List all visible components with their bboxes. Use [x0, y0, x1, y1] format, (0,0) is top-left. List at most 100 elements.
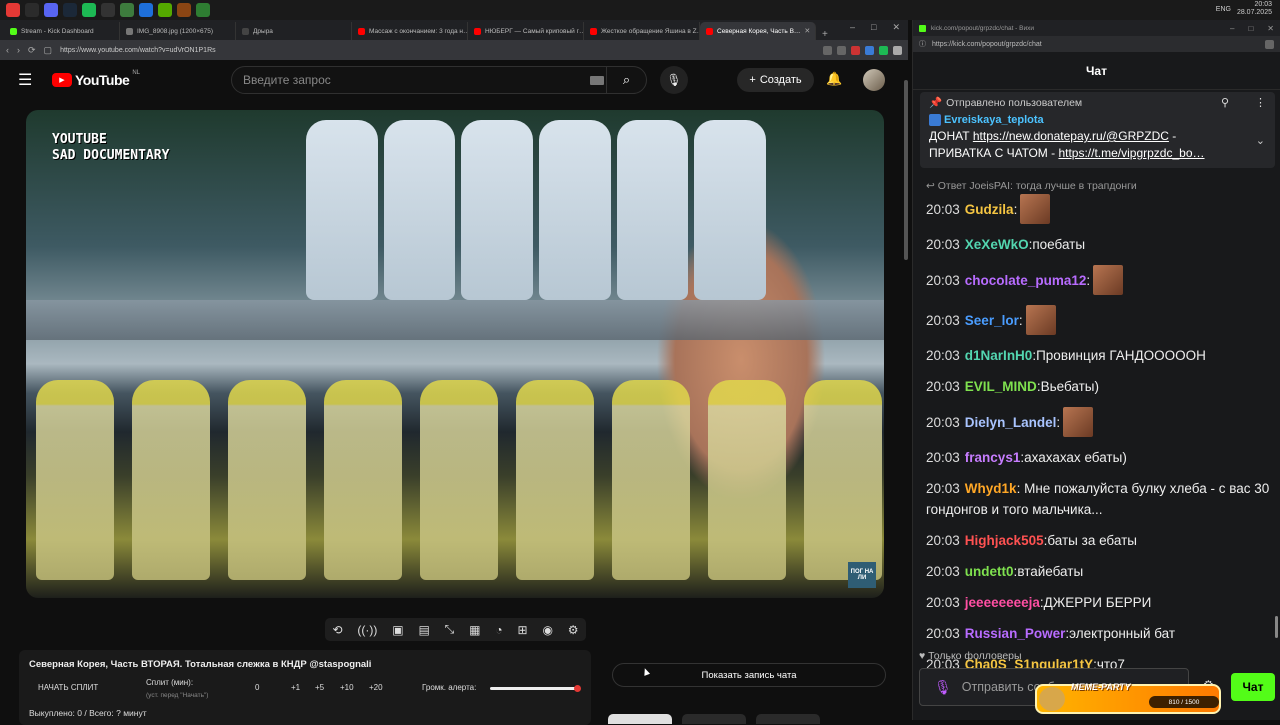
browser-tab[interactable]: Северная Корея, Часть В… ✕: [700, 22, 816, 40]
extension-icon[interactable]: [837, 45, 846, 55]
keyboard-icon[interactable]: [590, 76, 604, 85]
taskbar-app-icon[interactable]: [120, 3, 134, 17]
split-add-5-button[interactable]: +5: [315, 683, 324, 692]
speed-icon[interactable]: ◔: [495, 623, 502, 637]
loop-icon[interactable]: ⟲: [332, 623, 342, 637]
unpin-icon[interactable]: ⚲: [1221, 96, 1229, 109]
pip-icon[interactable]: ⊞: [518, 623, 528, 637]
settings-gear-icon[interactable]: ⚙: [568, 623, 579, 637]
browser-tab[interactable]: Жесткое обращение Яшина в Z…: [584, 22, 700, 40]
donate-link[interactable]: https://new.donatepay.ru/@GRPZDC: [973, 129, 1169, 143]
taskbar-app-icon[interactable]: [82, 3, 96, 17]
chip[interactable]: [682, 714, 746, 724]
alert-volume-slider[interactable]: [490, 685, 581, 692]
screenshot-icon[interactable]: ◉: [542, 623, 552, 637]
create-button[interactable]: + Создать: [737, 68, 814, 92]
taskbar-app-icon[interactable]: [44, 3, 58, 17]
split-add-1-button[interactable]: +1: [291, 683, 300, 692]
taskbar-app-icon[interactable]: [25, 3, 39, 17]
chevron-down-icon[interactable]: ⌄: [1256, 134, 1265, 147]
close-icon[interactable]: ✕: [1267, 24, 1274, 33]
chip[interactable]: [608, 714, 672, 724]
taskbar-app-icon[interactable]: [158, 3, 172, 17]
resize-icon[interactable]: ⤡: [445, 622, 455, 637]
browser-tab[interactable]: IMG_8908.jpg (1200×675): [120, 22, 236, 40]
clock[interactable]: 20:03 28.07.2025: [1237, 1, 1272, 17]
search-input[interactable]: Введите запрос ⌕: [231, 66, 647, 94]
emote-image[interactable]: [1093, 265, 1124, 295]
telegram-link[interactable]: https://t.me/vipgrpzdc_bo…: [1058, 146, 1204, 160]
taskbar-app-icon[interactable]: [139, 3, 153, 17]
voice-search-button[interactable]: 🎙: [660, 66, 688, 94]
search-button[interactable]: ⌕: [606, 67, 646, 93]
message-username[interactable]: XeXeWkO: [965, 234, 1029, 255]
minimize-icon[interactable]: –: [1230, 24, 1234, 33]
show-chat-replay-button[interactable]: Показать запись чата: [612, 663, 886, 687]
new-tab-icon[interactable]: +: [816, 29, 834, 40]
pinned-message[interactable]: 📌 Отправлено пользователем ⚲ ⋮ Evreiskaya…: [920, 92, 1275, 168]
cinema-icon[interactable]: ▤: [418, 623, 429, 637]
emote-image[interactable]: [1063, 407, 1094, 437]
menu-icon[interactable]: ☰: [18, 70, 42, 90]
message-username[interactable]: chocolate_puma12: [965, 270, 1087, 291]
microphone-icon[interactable]: 🎙: [934, 679, 952, 696]
message-username[interactable]: Highjack505: [965, 530, 1044, 551]
split-add-20-button[interactable]: +20: [369, 683, 383, 692]
emote-image[interactable]: [1025, 305, 1056, 335]
taskbar-app-icon[interactable]: [6, 3, 20, 17]
send-chat-button[interactable]: Чат: [1231, 673, 1275, 701]
split-add-10-button[interactable]: +10: [340, 683, 354, 692]
autoplay-icon[interactable]: ▣: [392, 623, 403, 637]
maximize-icon[interactable]: □: [871, 22, 876, 33]
close-tab-icon[interactable]: ✕: [804, 27, 810, 35]
minimize-icon[interactable]: –: [850, 22, 855, 33]
video-player[interactable]: YOUTUBE SAD DOCUMENTARY ПОГ НА ЛИ: [26, 110, 884, 598]
message-username[interactable]: jeeeeeeeeja: [965, 592, 1040, 613]
back-icon[interactable]: ‹: [6, 45, 9, 56]
browser-tab[interactable]: НЮБЕРГ — Самый криповый г…: [468, 22, 584, 40]
taskbar-app-icon[interactable]: [101, 3, 115, 17]
pinned-username[interactable]: Evreiskaya_teplota: [944, 114, 1044, 126]
message-username[interactable]: EVIL_MIND: [965, 376, 1037, 397]
extension-icon[interactable]: [851, 45, 860, 55]
emote-image[interactable]: [1020, 194, 1051, 224]
lang-indicator[interactable]: ENG: [1216, 6, 1231, 13]
taskbar-app-icon[interactable]: [177, 3, 191, 17]
message-username[interactable]: Whyd1k: [965, 481, 1017, 496]
taskbar-app-icon[interactable]: [63, 3, 77, 17]
info-icon[interactable]: ⓘ: [919, 39, 926, 49]
browser-tab[interactable]: Дрыра: [236, 22, 352, 40]
close-icon[interactable]: ✕: [892, 22, 900, 33]
message-username[interactable]: francys1: [965, 447, 1021, 468]
slider-knob[interactable]: [574, 685, 581, 692]
browser-tab[interactable]: Массаж с окончанием: 3 года н…: [352, 22, 468, 40]
message-username[interactable]: Seer_lor: [965, 310, 1019, 331]
chat-url[interactable]: https://kick.com/popout/grpzdc/chat: [932, 41, 1042, 48]
maximize-icon[interactable]: □: [1248, 24, 1253, 33]
message-username[interactable]: undett0: [965, 561, 1014, 582]
audio-icon[interactable]: ((·)): [357, 623, 377, 637]
message-username[interactable]: Dielyn_Landel: [965, 412, 1057, 433]
extension-icon[interactable]: [1265, 39, 1274, 49]
chip[interactable]: [756, 714, 820, 724]
browser-tab[interactable]: Stream - Kick Dashboard: [4, 22, 120, 40]
taskbar-app-icon[interactable]: [196, 3, 210, 17]
extension-icon[interactable]: [893, 45, 902, 55]
page-scrollbar[interactable]: [904, 80, 908, 260]
extension-icon[interactable]: [865, 45, 874, 55]
message-username[interactable]: d1NarInH0: [965, 345, 1033, 366]
subtitles-icon[interactable]: ▦: [469, 623, 480, 637]
message-username[interactable]: Russian_Power: [965, 623, 1066, 644]
start-split-button[interactable]: НАЧАТЬ СПЛИТ: [38, 683, 98, 692]
extension-icon[interactable]: [823, 45, 832, 55]
account-avatar[interactable]: [863, 69, 885, 91]
extension-icon[interactable]: [879, 45, 888, 55]
more-options-icon[interactable]: ⋮: [1255, 96, 1266, 109]
notifications-bell-icon[interactable]: 🔔: [826, 71, 842, 87]
reload-icon[interactable]: ⟳: [28, 45, 36, 56]
message-username[interactable]: Gudzila: [965, 199, 1014, 220]
forward-icon[interactable]: ›: [17, 45, 20, 56]
tabs-overview-icon[interactable]: ▢: [44, 45, 53, 56]
chat-scrollbar[interactable]: [1275, 616, 1278, 638]
youtube-logo[interactable]: ▶ YouTube NL: [52, 70, 140, 88]
